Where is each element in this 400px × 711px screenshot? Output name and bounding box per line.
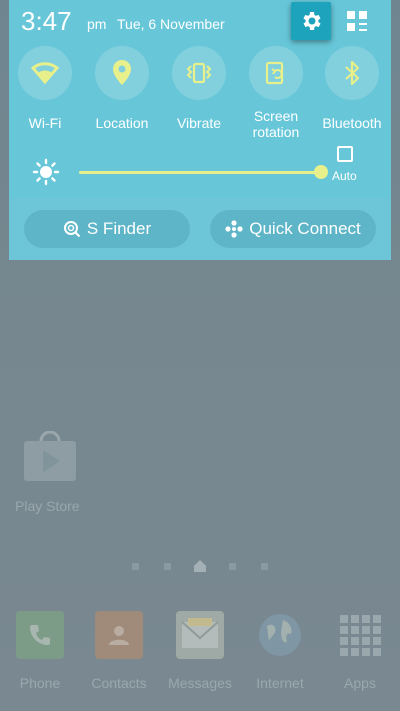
dock-label: Contacts [91,675,147,691]
auto-brightness-checkbox[interactable] [337,146,353,162]
location-icon [113,60,131,85]
search-icon [63,221,81,238]
edit-quick-settings-button[interactable] [344,8,370,34]
sfinder-label: S Finder [86,219,152,238]
toggle-screen-rotation[interactable]: Screen rotation [240,46,312,140]
messages-icon [176,611,224,659]
page-dot [132,563,139,570]
toggle-bluetooth[interactable]: Bluetooth [316,46,388,131]
dock-label: Apps [344,675,376,691]
quick-connect-label: Quick Connect [249,219,361,238]
toggle-label: Screen rotation [240,108,312,140]
status-date: Tue, 6 November [117,16,225,32]
sfinder-button[interactable]: S Finder [24,210,190,248]
toggle-vibrate-button[interactable] [172,46,226,100]
dock-label: Phone [19,675,61,691]
dock-label: Messages [168,675,232,691]
toggle-label-line2: rotation [252,124,300,140]
brightness-icon [32,158,60,186]
grid-edit-icon [347,11,367,31]
dock-phone[interactable]: Phone [4,611,76,691]
settings-button[interactable] [291,2,331,40]
toggle-label: Wi-Fi [28,115,62,131]
status-time: 3:47 [21,6,72,36]
quick-connect-button[interactable]: Quick Connect [210,210,376,248]
dock-internet[interactable]: Internet [244,611,316,691]
toggle-label: Location [95,115,149,131]
page-dot [164,563,171,570]
gear-icon [303,12,321,30]
page-dot [229,563,236,570]
brightness-slider-thumb[interactable] [314,165,328,179]
dock-messages[interactable]: Messages [164,611,236,691]
dock-contacts[interactable]: Contacts [83,611,155,691]
play-store-label: Play Store [15,498,80,514]
toggle-location[interactable]: Location [86,46,158,131]
phone-icon [16,611,64,659]
shortcut-strip: S Finder Quick Connect [9,198,391,260]
vibrate-icon [186,62,212,84]
apps-icon [336,611,384,659]
toggle-label: Vibrate [176,115,222,131]
auto-brightness-label: Auto [332,169,357,183]
wifi-icon [30,62,60,85]
notification-panel: 3:47 pm Tue, 6 November Wi-Fi Location V… [9,0,391,198]
toggle-wifi[interactable]: Wi-Fi [9,46,81,131]
home-page-icon [194,560,206,572]
toggle-label-line1: Screen [253,108,299,124]
bluetooth-icon [345,60,360,86]
status-ampm: pm [87,16,107,32]
page-dot [261,563,268,570]
quick-connect-icon [225,220,243,238]
toggle-wifi-button[interactable] [18,46,72,100]
internet-icon [256,611,304,659]
dock-label: Internet [256,675,304,691]
toggle-vibrate[interactable]: Vibrate [163,46,235,131]
screen-rotation-icon [265,61,284,85]
dock-apps[interactable]: Apps [324,611,396,691]
contacts-icon [95,611,143,659]
toggle-screen-rotation-button[interactable] [249,46,303,100]
toggle-label: Bluetooth [322,115,382,131]
brightness-slider[interactable] [79,171,319,174]
toggle-location-button[interactable] [95,46,149,100]
play-store-icon[interactable] [22,431,78,483]
toggle-bluetooth-button[interactable] [325,46,379,100]
